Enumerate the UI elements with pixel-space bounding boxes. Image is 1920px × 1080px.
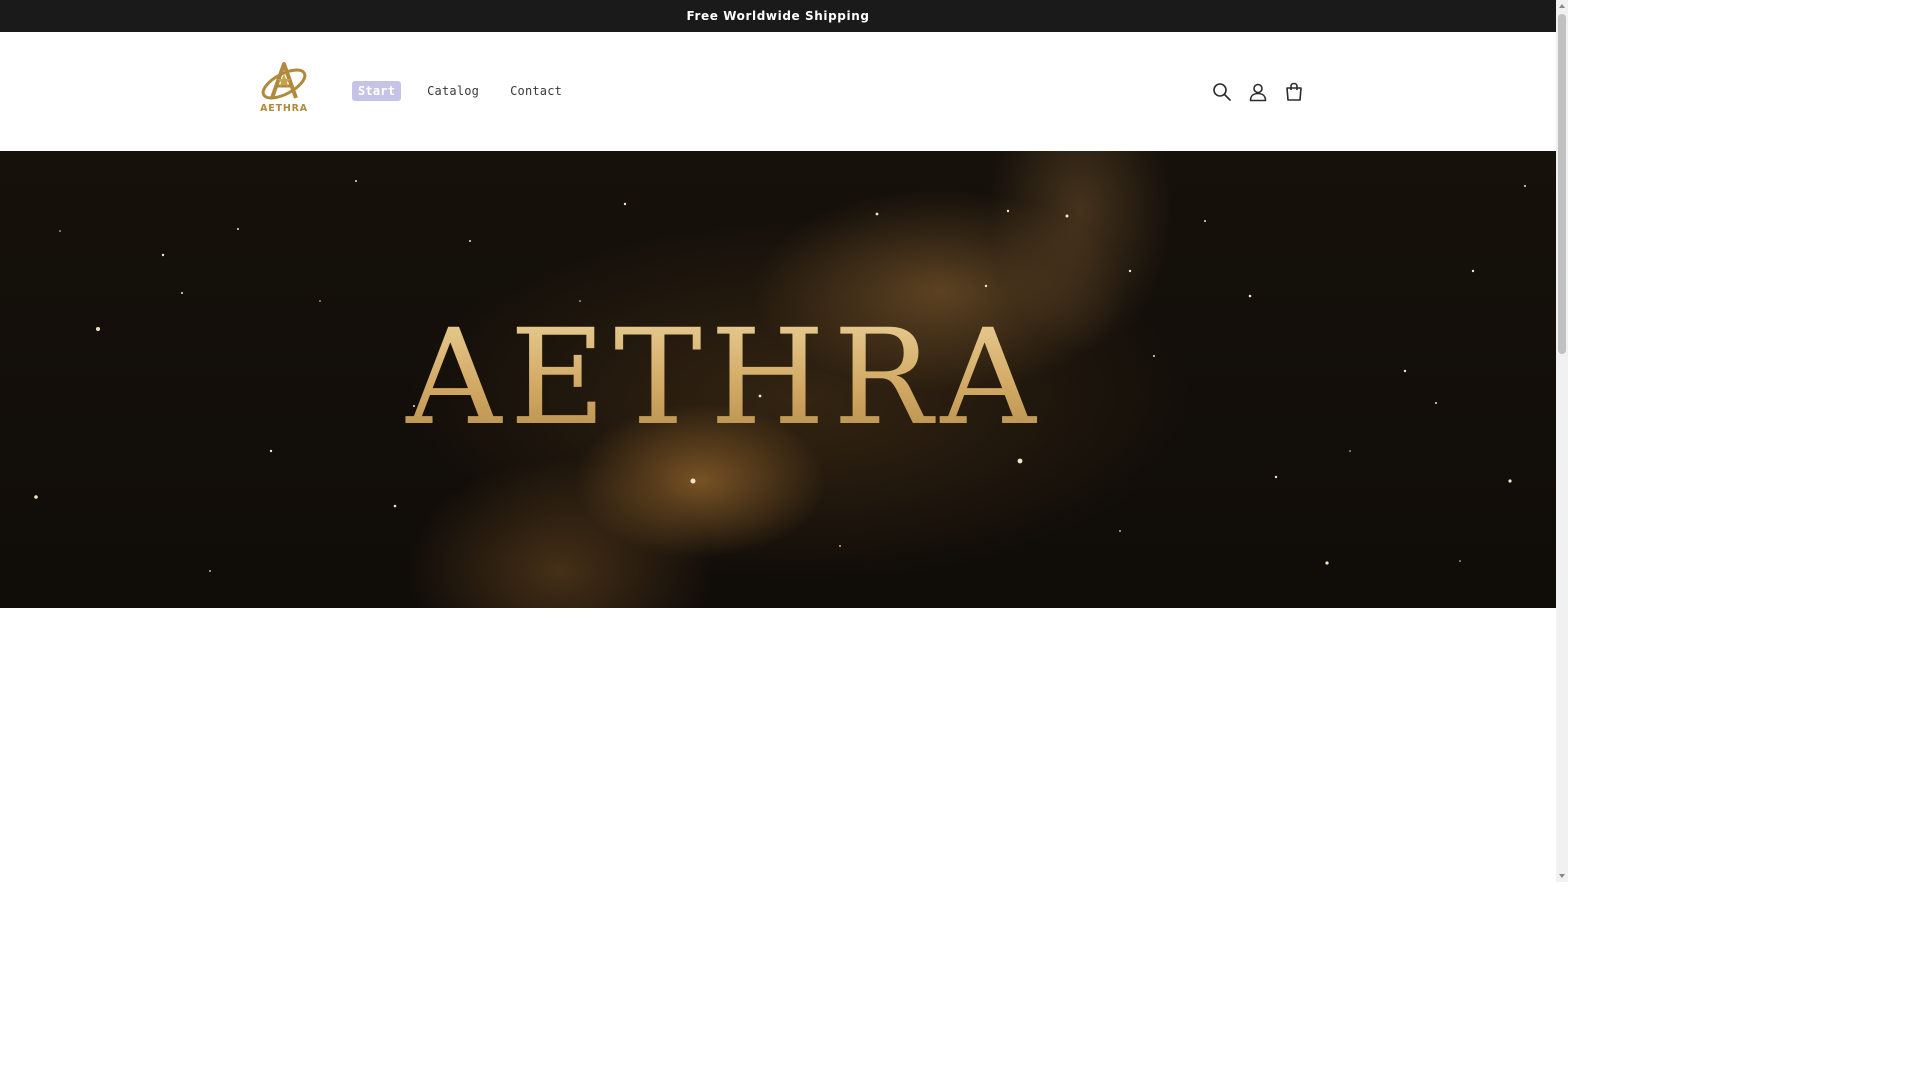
cart-icon (1286, 82, 1302, 101)
scroll-down-arrow-icon[interactable] (1559, 874, 1565, 878)
search-button[interactable] (1208, 78, 1236, 106)
page: Free Worldwide Shipping AETHRA Start Cat… (0, 0, 1556, 882)
site-header: AETHRA Start Catalog Contact (0, 32, 1556, 151)
aethra-logo-icon (261, 62, 307, 100)
logo-link[interactable]: AETHRA (250, 56, 318, 122)
cart-button[interactable] (1280, 78, 1308, 106)
scrollbar[interactable] (1556, 0, 1568, 882)
logo-text: AETHRA (260, 103, 308, 114)
hero-title: AETHRA (0, 301, 1450, 455)
main-nav: Start Catalog Contact (352, 81, 562, 101)
nav-start[interactable]: Start (352, 81, 402, 101)
account-icon (1249, 83, 1267, 102)
announcement-bar: Free Worldwide Shipping (0, 0, 1556, 32)
header-icons (1208, 78, 1316, 106)
scrollbar-thumb[interactable] (1558, 14, 1566, 354)
scroll-up-arrow-icon[interactable] (1559, 4, 1565, 8)
account-button[interactable] (1244, 78, 1272, 106)
nav-catalog[interactable]: Catalog (427, 84, 479, 98)
hero-banner: AETHRA (0, 151, 1556, 608)
nav-contact[interactable]: Contact (510, 84, 562, 98)
search-icon (1213, 83, 1231, 101)
announcement-text: Free Worldwide Shipping (686, 9, 870, 23)
